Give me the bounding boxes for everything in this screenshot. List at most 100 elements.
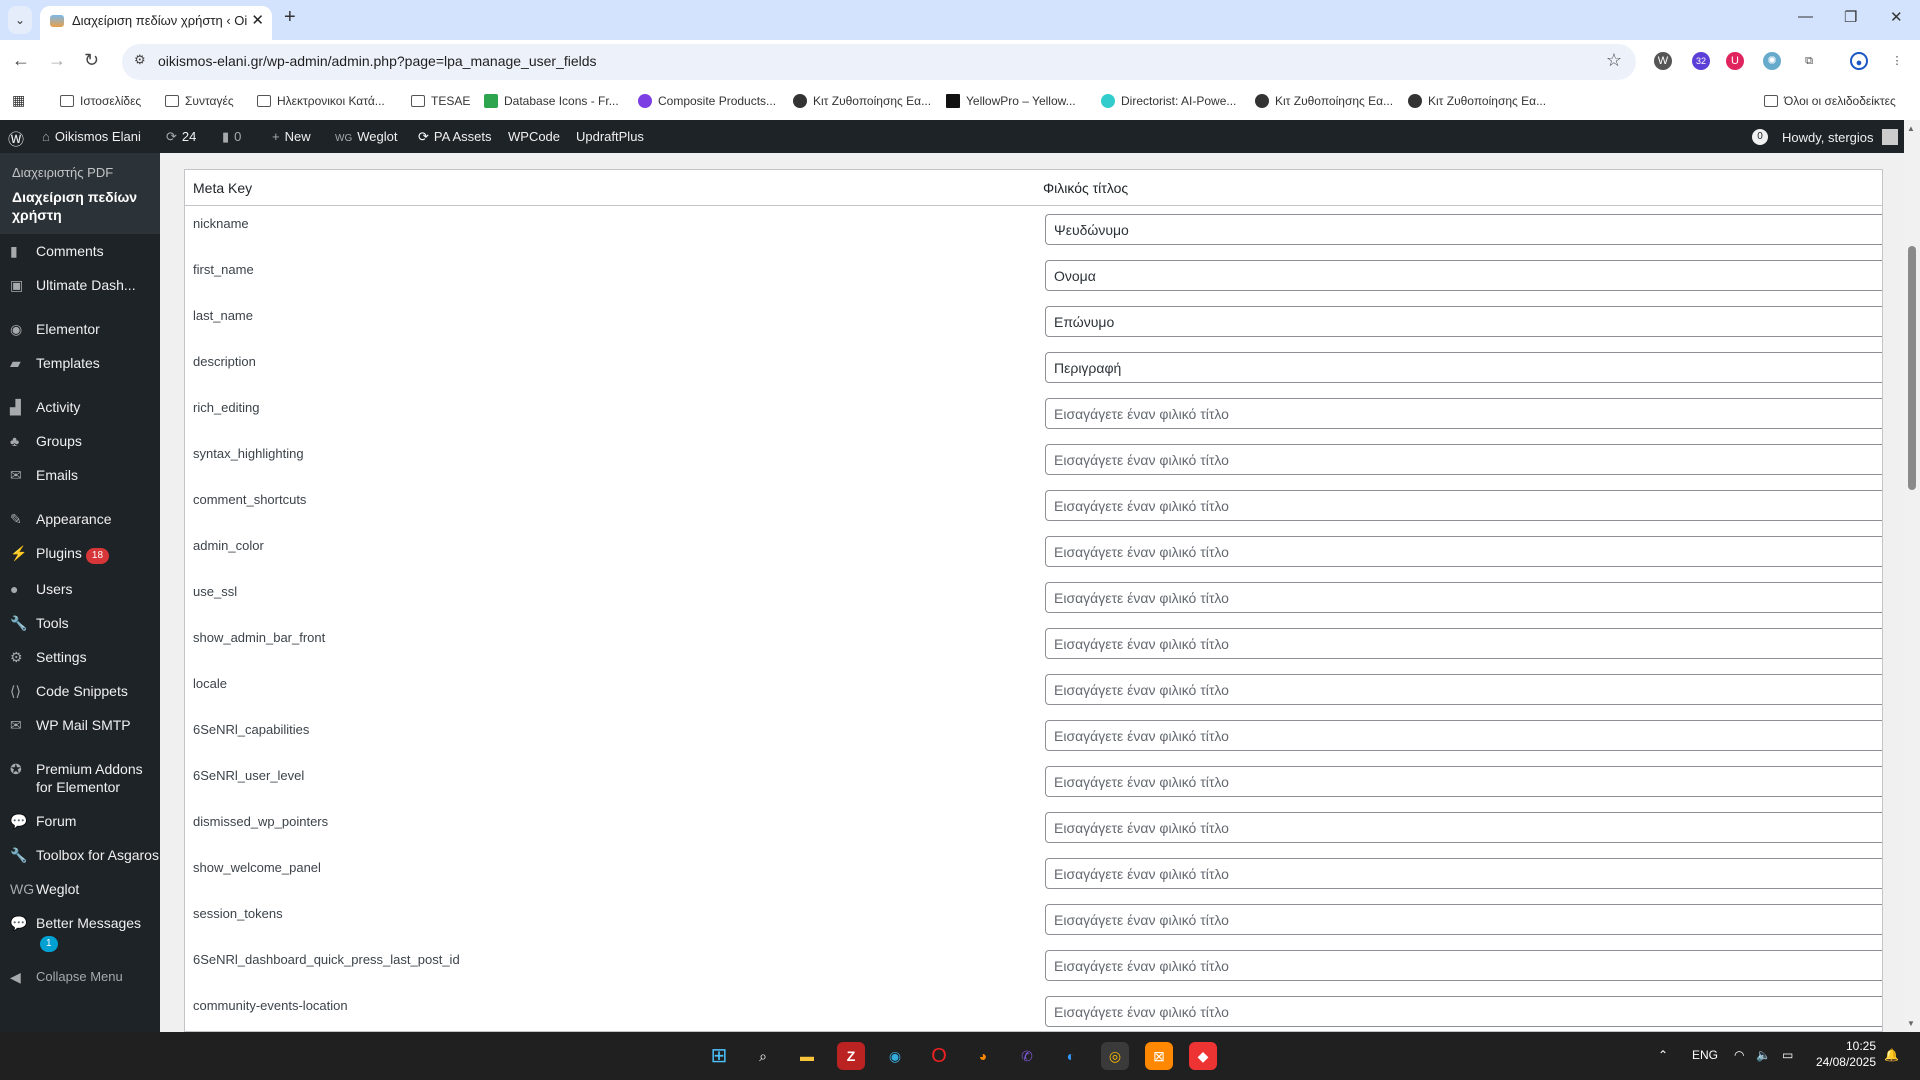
friendly-title-input[interactable] bbox=[1045, 904, 1882, 935]
bookmark[interactable]: Ιστοσελίδες bbox=[60, 94, 141, 108]
bookmark[interactable]: Database Icons - Fr... bbox=[484, 94, 619, 108]
reload-icon[interactable]: ↻ bbox=[84, 50, 99, 71]
sidebar-item-toolbox-for-asgaros[interactable]: 🔧 Toolbox for Asgaros bbox=[0, 838, 160, 872]
filezilla-icon[interactable]: Z bbox=[837, 1042, 865, 1070]
pa-assets-link[interactable]: ⟳ PA Assets bbox=[418, 129, 491, 145]
bookmark[interactable]: Συνταγές bbox=[165, 94, 234, 108]
file-explorer-icon[interactable]: ▬ bbox=[793, 1042, 821, 1070]
friendly-title-input[interactable] bbox=[1045, 674, 1882, 705]
comments-link[interactable]: ▮ 0 bbox=[222, 129, 241, 145]
sidebar-item-forum[interactable]: 💬 Forum bbox=[0, 804, 160, 838]
sidebar-item-appearance[interactable]: ✎ Appearance bbox=[0, 502, 160, 536]
chrome-icon[interactable]: ◎ bbox=[1101, 1042, 1129, 1070]
collapse-menu-button[interactable]: ◀ Collapse Menu bbox=[0, 960, 160, 994]
sidebar-item-templates[interactable]: ▰ Templates bbox=[0, 346, 160, 380]
sidebar-item-premium-addons-for-elementor[interactable]: ✪ Premium Addons for Elementor bbox=[0, 752, 160, 804]
clock[interactable]: 10:25 24/08/2025 bbox=[1812, 1038, 1876, 1070]
firefox-icon[interactable]: ◕ bbox=[969, 1042, 997, 1070]
language-indicator[interactable]: ENG bbox=[1692, 1048, 1718, 1062]
new-content-link[interactable]: + New bbox=[272, 129, 311, 144]
friendly-title-input[interactable] bbox=[1045, 720, 1882, 751]
extensions-puzzle-icon[interactable]: ⧉ bbox=[1800, 52, 1818, 70]
sidebar-item-weglot[interactable]: WG Weglot bbox=[0, 872, 160, 906]
friendly-title-input[interactable] bbox=[1045, 766, 1882, 797]
extension-badge-icon[interactable]: 32 bbox=[1692, 52, 1710, 70]
friendly-title-input[interactable] bbox=[1045, 352, 1882, 383]
scroll-up-icon[interactable]: ▲ bbox=[1907, 124, 1915, 133]
bookmark[interactable]: Κιτ Ζυθοποίησης Εα... bbox=[1255, 94, 1393, 108]
bookmark[interactable]: Composite Products... bbox=[638, 94, 776, 108]
sidebar-item-ultimate-dash[interactable]: ▣ Ultimate Dash... bbox=[0, 268, 160, 302]
close-tab-icon[interactable]: ✕ bbox=[251, 6, 264, 36]
friendly-title-input[interactable] bbox=[1045, 536, 1882, 567]
friendly-title-input[interactable] bbox=[1045, 858, 1882, 889]
bookmark[interactable]: YellowPro – Yellow... bbox=[946, 94, 1076, 108]
sidebar-item-code-snippets[interactable]: ⟨⟩ Code Snippets bbox=[0, 674, 160, 708]
notifications-badge[interactable]: 0 bbox=[1752, 129, 1768, 145]
ublock-icon[interactable]: U bbox=[1726, 52, 1744, 70]
back-icon[interactable]: ← bbox=[12, 50, 30, 71]
profile-icon[interactable]: ● bbox=[1850, 52, 1868, 70]
edge-icon[interactable]: ◉ bbox=[881, 1042, 909, 1070]
sidebar-item-comments[interactable]: ▮ Comments bbox=[0, 234, 160, 268]
weglot-link[interactable]: WG Weglot bbox=[335, 129, 397, 144]
bookmark[interactable]: TESAE bbox=[411, 94, 470, 108]
bookmark[interactable]: Directorist: AI-Powe... bbox=[1101, 94, 1236, 108]
friendly-title-input[interactable] bbox=[1045, 582, 1882, 613]
friendly-title-input[interactable] bbox=[1045, 812, 1882, 843]
start-icon[interactable]: ⊞ bbox=[705, 1042, 733, 1070]
minimize-button[interactable]: — bbox=[1798, 8, 1813, 25]
friendly-title-input[interactable] bbox=[1045, 950, 1882, 981]
sidebar-item-users[interactable]: ● Users bbox=[0, 572, 160, 606]
xampp-icon[interactable]: ⊠ bbox=[1145, 1042, 1173, 1070]
scrollbar-thumb[interactable] bbox=[1908, 246, 1916, 490]
all-bookmarks[interactable]: Όλοι οι σελιδοδείκτες bbox=[1764, 94, 1896, 108]
wpcode-link[interactable]: WPCode bbox=[508, 129, 560, 144]
friendly-title-input[interactable] bbox=[1045, 628, 1882, 659]
sidebar-item-wp-mail-smtp[interactable]: ✉ WP Mail SMTP bbox=[0, 708, 160, 742]
apps-grid-icon[interactable]: ▦ bbox=[12, 92, 25, 109]
updates-link[interactable]: ⟳ 24 bbox=[166, 129, 196, 145]
tab-search-button[interactable]: ⌄ bbox=[8, 6, 32, 34]
sidebar-item-emails[interactable]: ✉ Emails bbox=[0, 458, 160, 492]
restore-button[interactable]: ❐ bbox=[1844, 8, 1857, 26]
bookmark-star-icon[interactable]: ☆ bbox=[1606, 50, 1622, 71]
sidebar-item-elementor[interactable]: ◉ Elementor bbox=[0, 312, 160, 346]
friendly-title-input[interactable] bbox=[1045, 260, 1882, 291]
close-window-button[interactable]: ✕ bbox=[1890, 8, 1903, 26]
updraftplus-link[interactable]: UpdraftPlus bbox=[576, 129, 644, 144]
notifications-icon[interactable]: 🔔 bbox=[1884, 1048, 1899, 1062]
sidebar-item-activity[interactable]: ▟ Activity bbox=[0, 390, 160, 424]
submenu-item-manage-user-fields[interactable]: Διαχείριση πεδίων χρήστη bbox=[0, 184, 160, 228]
wifi-icon[interactable]: ◠ bbox=[1734, 1048, 1744, 1062]
submenu-parent-pdf-manager[interactable]: Διαχειριστής PDF bbox=[0, 161, 160, 184]
scroll-down-icon[interactable]: ▼ bbox=[1907, 1019, 1915, 1028]
sidebar-item-better-messages[interactable]: 💬 Better Messages 1 bbox=[0, 906, 160, 960]
active-tab[interactable]: Διαχείριση πεδίων χρήστη ‹ Oi ✕ bbox=[40, 6, 272, 40]
new-tab-button[interactable]: + bbox=[284, 6, 296, 29]
friendly-title-input[interactable] bbox=[1045, 490, 1882, 521]
tray-overflow-icon[interactable]: ⌃ bbox=[1658, 1048, 1668, 1062]
menu-kebab-icon[interactable]: ⋮ bbox=[1888, 52, 1906, 70]
forward-icon[interactable]: → bbox=[48, 50, 66, 71]
friendly-title-input[interactable] bbox=[1045, 996, 1882, 1027]
thunderbird-icon[interactable]: ◐ bbox=[1057, 1042, 1085, 1070]
search-icon[interactable]: ⌕ bbox=[749, 1042, 777, 1070]
bookmark[interactable]: Ηλεκτρονικοι Κατά... bbox=[257, 94, 385, 108]
wordpress-logo-icon[interactable]: Ⓦ bbox=[8, 126, 24, 150]
friendly-title-input[interactable] bbox=[1045, 214, 1882, 245]
wordpress-extension-icon[interactable]: W bbox=[1654, 52, 1672, 70]
url-text[interactable]: oikismos-elani.gr/wp-admin/admin.php?pag… bbox=[158, 53, 597, 69]
sidebar-item-groups[interactable]: ♣ Groups bbox=[0, 424, 160, 458]
address-bar[interactable]: ⚙ oikismos-elani.gr/wp-admin/admin.php?p… bbox=[122, 44, 1636, 80]
sidebar-item-plugins[interactable]: ⚡ Plugins 18 bbox=[0, 536, 160, 572]
friendly-title-input[interactable] bbox=[1045, 398, 1882, 429]
volume-icon[interactable]: 🔈 bbox=[1756, 1048, 1771, 1062]
friendly-title-input[interactable] bbox=[1045, 306, 1882, 337]
site-name-link[interactable]: ⌂ Oikismos Elani bbox=[42, 129, 141, 144]
bookmark[interactable]: Κιτ Ζυθοποίησης Εα... bbox=[1408, 94, 1546, 108]
page-scrollbar[interactable]: ▲ ▼ bbox=[1904, 120, 1920, 1032]
battery-icon[interactable]: ▭ bbox=[1782, 1048, 1793, 1062]
bookmark[interactable]: Κιτ Ζυθοποίησης Εα... bbox=[793, 94, 931, 108]
ai-extension-icon[interactable]: ✺ bbox=[1763, 52, 1781, 70]
